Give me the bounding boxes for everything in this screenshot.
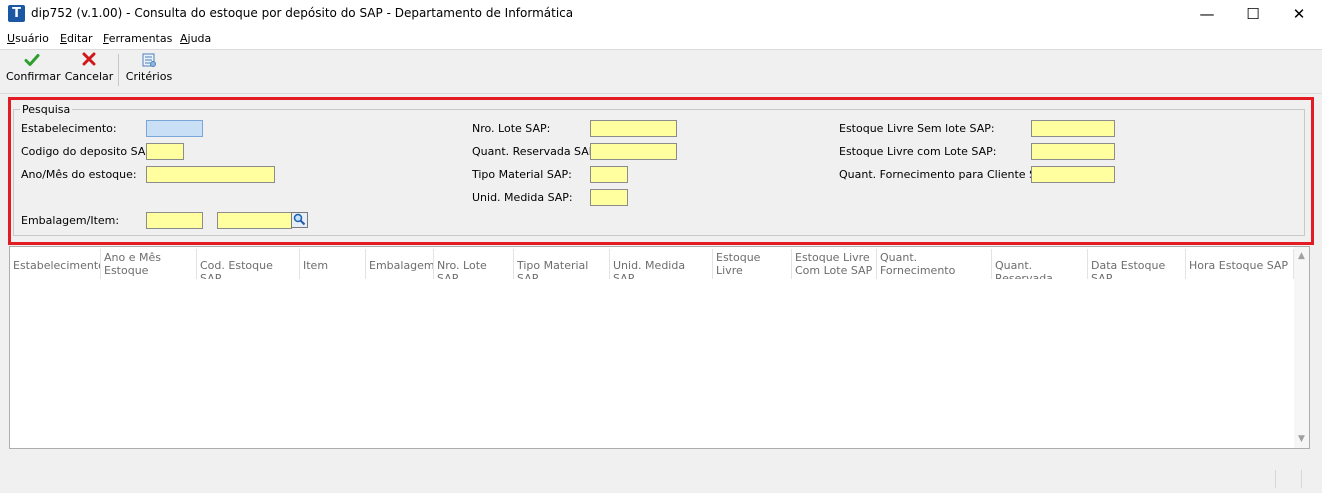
- status-separator: [1301, 470, 1302, 488]
- column-header[interactable]: Tipo Material SAP: [514, 249, 610, 279]
- column-header[interactable]: Quant. Fornecimento para Cliente SAP: [877, 249, 992, 279]
- maximize-button[interactable]: ☐: [1230, 0, 1276, 29]
- close-button[interactable]: ✕: [1276, 0, 1322, 29]
- cancel-button[interactable]: Cancelar: [64, 52, 114, 88]
- column-header[interactable]: Ano e Mês Estoque: [101, 249, 197, 279]
- confirm-label: Confirmar: [6, 70, 61, 83]
- scroll-down-icon[interactable]: ▼: [1294, 432, 1309, 447]
- confirm-button[interactable]: Confirmar: [6, 52, 61, 88]
- grid-vertical-scrollbar[interactable]: [1294, 247, 1309, 448]
- column-header[interactable]: Unid. Medida SAP: [610, 249, 713, 279]
- criteria-label: Critérios: [125, 70, 173, 83]
- maximize-icon: ☐: [1246, 5, 1260, 23]
- checkmark-icon: [6, 52, 58, 70]
- menu-usuario[interactable]: Usuário: [7, 32, 49, 45]
- menu-ajuda[interactable]: Ajuda: [180, 32, 211, 45]
- menu-editar[interactable]: Editar: [60, 32, 93, 45]
- column-header[interactable]: Item: [300, 249, 366, 279]
- close-icon: ✕: [1292, 5, 1306, 23]
- cancel-label: Cancelar: [64, 70, 114, 83]
- column-header[interactable]: Estabelecimento: [10, 249, 101, 279]
- column-header[interactable]: Estoque Livre Sem Lote SAP: [713, 249, 792, 279]
- toolbar-separator: [118, 54, 119, 86]
- minimize-button[interactable]: —: [1184, 0, 1230, 29]
- column-header[interactable]: Embalagem: [366, 249, 434, 279]
- toolbar: [0, 49, 1322, 94]
- status-separator: [1275, 470, 1276, 488]
- column-header[interactable]: Hora Estoque SAP: [1186, 249, 1294, 279]
- column-header[interactable]: Cod. Estoque SAP: [197, 249, 300, 279]
- app-icon: T: [8, 5, 25, 22]
- menu-ferramentas[interactable]: Ferramentas: [103, 32, 172, 45]
- x-icon: [64, 52, 114, 70]
- column-header[interactable]: Data Estoque SAP: [1088, 249, 1186, 279]
- column-header[interactable]: Quant. Reservada: [992, 249, 1088, 279]
- column-header[interactable]: Estoque Livre Com Lote SAP: [792, 249, 877, 279]
- criteria-icon: [124, 52, 174, 70]
- criteria-button[interactable]: Critérios: [124, 52, 174, 88]
- window-title: dip752 (v.1.00) - Consulta do estoque po…: [31, 6, 574, 20]
- minimize-icon: —: [1199, 5, 1215, 23]
- highlight-frame: [8, 97, 1314, 245]
- column-header[interactable]: Nro. Lote SAP: [434, 249, 514, 279]
- scroll-up-icon[interactable]: ▲: [1294, 249, 1309, 264]
